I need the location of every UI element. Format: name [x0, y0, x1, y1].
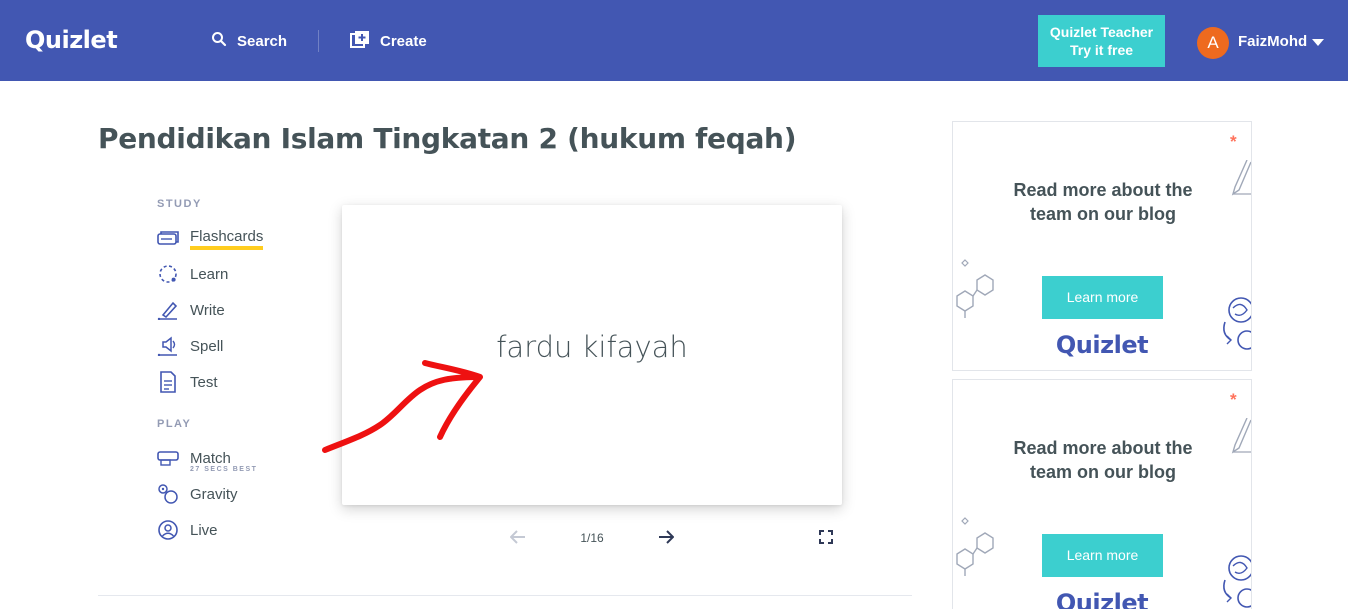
username[interactable]: FaizMohd — [1238, 33, 1307, 50]
ad-quizlet-logo: Quizlet — [1055, 331, 1149, 359]
learn-icon — [157, 263, 179, 285]
teacher-line1: Quizlet Teacher — [1049, 24, 1154, 40]
content-divider — [98, 595, 912, 596]
spell-icon — [157, 335, 179, 357]
top-navigation-bar: Quizlet Search Create Quizlet Teacher Tr… — [0, 0, 1348, 81]
mode-gravity[interactable]: Gravity — [157, 482, 238, 506]
mode-label: Flashcards — [190, 228, 264, 250]
mode-label: Learn — [190, 265, 229, 283]
fullscreen-button[interactable] — [816, 529, 836, 549]
quizlet-logo[interactable]: Quizlet — [25, 26, 118, 54]
asterisk-icon: * — [1230, 132, 1237, 151]
flashcards-icon — [157, 228, 179, 250]
mode-flashcards[interactable]: Flashcards — [157, 227, 264, 251]
mode-label: Gravity — [190, 485, 238, 503]
blog-ad-2[interactable]: * Read more about the team on our blog L… — [952, 379, 1252, 609]
create-button[interactable]: Create — [350, 30, 427, 52]
mode-label: Live — [190, 521, 218, 539]
previous-card-button[interactable] — [507, 529, 529, 549]
fullscreen-icon — [819, 529, 833, 549]
next-card-button[interactable] — [655, 529, 677, 549]
study-section-label: STUDY — [157, 198, 202, 210]
mode-learn[interactable]: Learn — [157, 262, 228, 286]
ad-headline: Read more about the team on our blog — [983, 178, 1223, 226]
match-icon — [157, 447, 179, 469]
ad-quizlet-logo: Quizlet — [1055, 589, 1149, 609]
pencil-decoration-icon — [1231, 418, 1251, 454]
quizlet-teacher-button[interactable]: Quizlet Teacher Try it free — [1038, 15, 1165, 67]
flashcard[interactable]: fardu kifayah — [342, 205, 842, 505]
page-title: Pendidikan Islam Tingkatan 2 (hukum feqa… — [98, 122, 797, 155]
learn-more-button[interactable]: Learn more — [1042, 534, 1163, 577]
avatar[interactable]: A — [1197, 27, 1229, 59]
ad-headline-line2: team on our blog — [1030, 204, 1176, 224]
blog-ad-1[interactable]: * Read more about the team on our blog L… — [952, 121, 1252, 371]
ad-headline: Read more about the team on our blog — [983, 436, 1223, 484]
molecule-decoration-icon — [956, 517, 994, 576]
arrow-right-icon — [658, 529, 675, 549]
mode-live[interactable]: Live — [157, 518, 218, 542]
mode-test[interactable]: Test — [157, 370, 218, 394]
mode-label: Test — [190, 373, 218, 391]
search-button[interactable]: Search — [211, 30, 287, 52]
live-icon — [157, 519, 179, 541]
teacher-line2: Try it free — [1069, 42, 1134, 58]
search-icon — [211, 31, 227, 51]
test-icon — [157, 371, 179, 393]
chevron-down-icon[interactable] — [1312, 39, 1324, 46]
pencil-decoration-icon — [1231, 160, 1251, 196]
ad-headline-line1: Read more about the — [1013, 438, 1193, 458]
search-label: Search — [237, 32, 288, 50]
molecule-decoration-icon — [956, 259, 994, 318]
ad-headline-line1: Read more about the — [1013, 180, 1193, 200]
asterisk-icon: * — [1230, 390, 1237, 409]
card-counter: 1/16 — [580, 531, 604, 545]
play-section-label: PLAY — [157, 418, 192, 430]
mode-label: Match — [190, 449, 231, 467]
write-icon — [157, 299, 179, 321]
create-label: Create — [380, 32, 427, 50]
mode-write[interactable]: Write — [157, 298, 225, 322]
gravity-icon — [157, 483, 179, 505]
learn-more-button[interactable]: Learn more — [1042, 276, 1163, 319]
match-best-time: 27 SECS BEST — [190, 466, 258, 473]
mode-spell[interactable]: Spell — [157, 334, 223, 358]
mode-label: Spell — [190, 337, 224, 355]
arrow-left-icon — [509, 529, 526, 549]
nav-divider — [318, 30, 319, 52]
flashcard-term: fardu kifayah — [496, 330, 688, 364]
mode-label: Write — [190, 301, 225, 319]
create-icon — [350, 30, 370, 52]
ad-headline-line2: team on our blog — [1030, 462, 1176, 482]
